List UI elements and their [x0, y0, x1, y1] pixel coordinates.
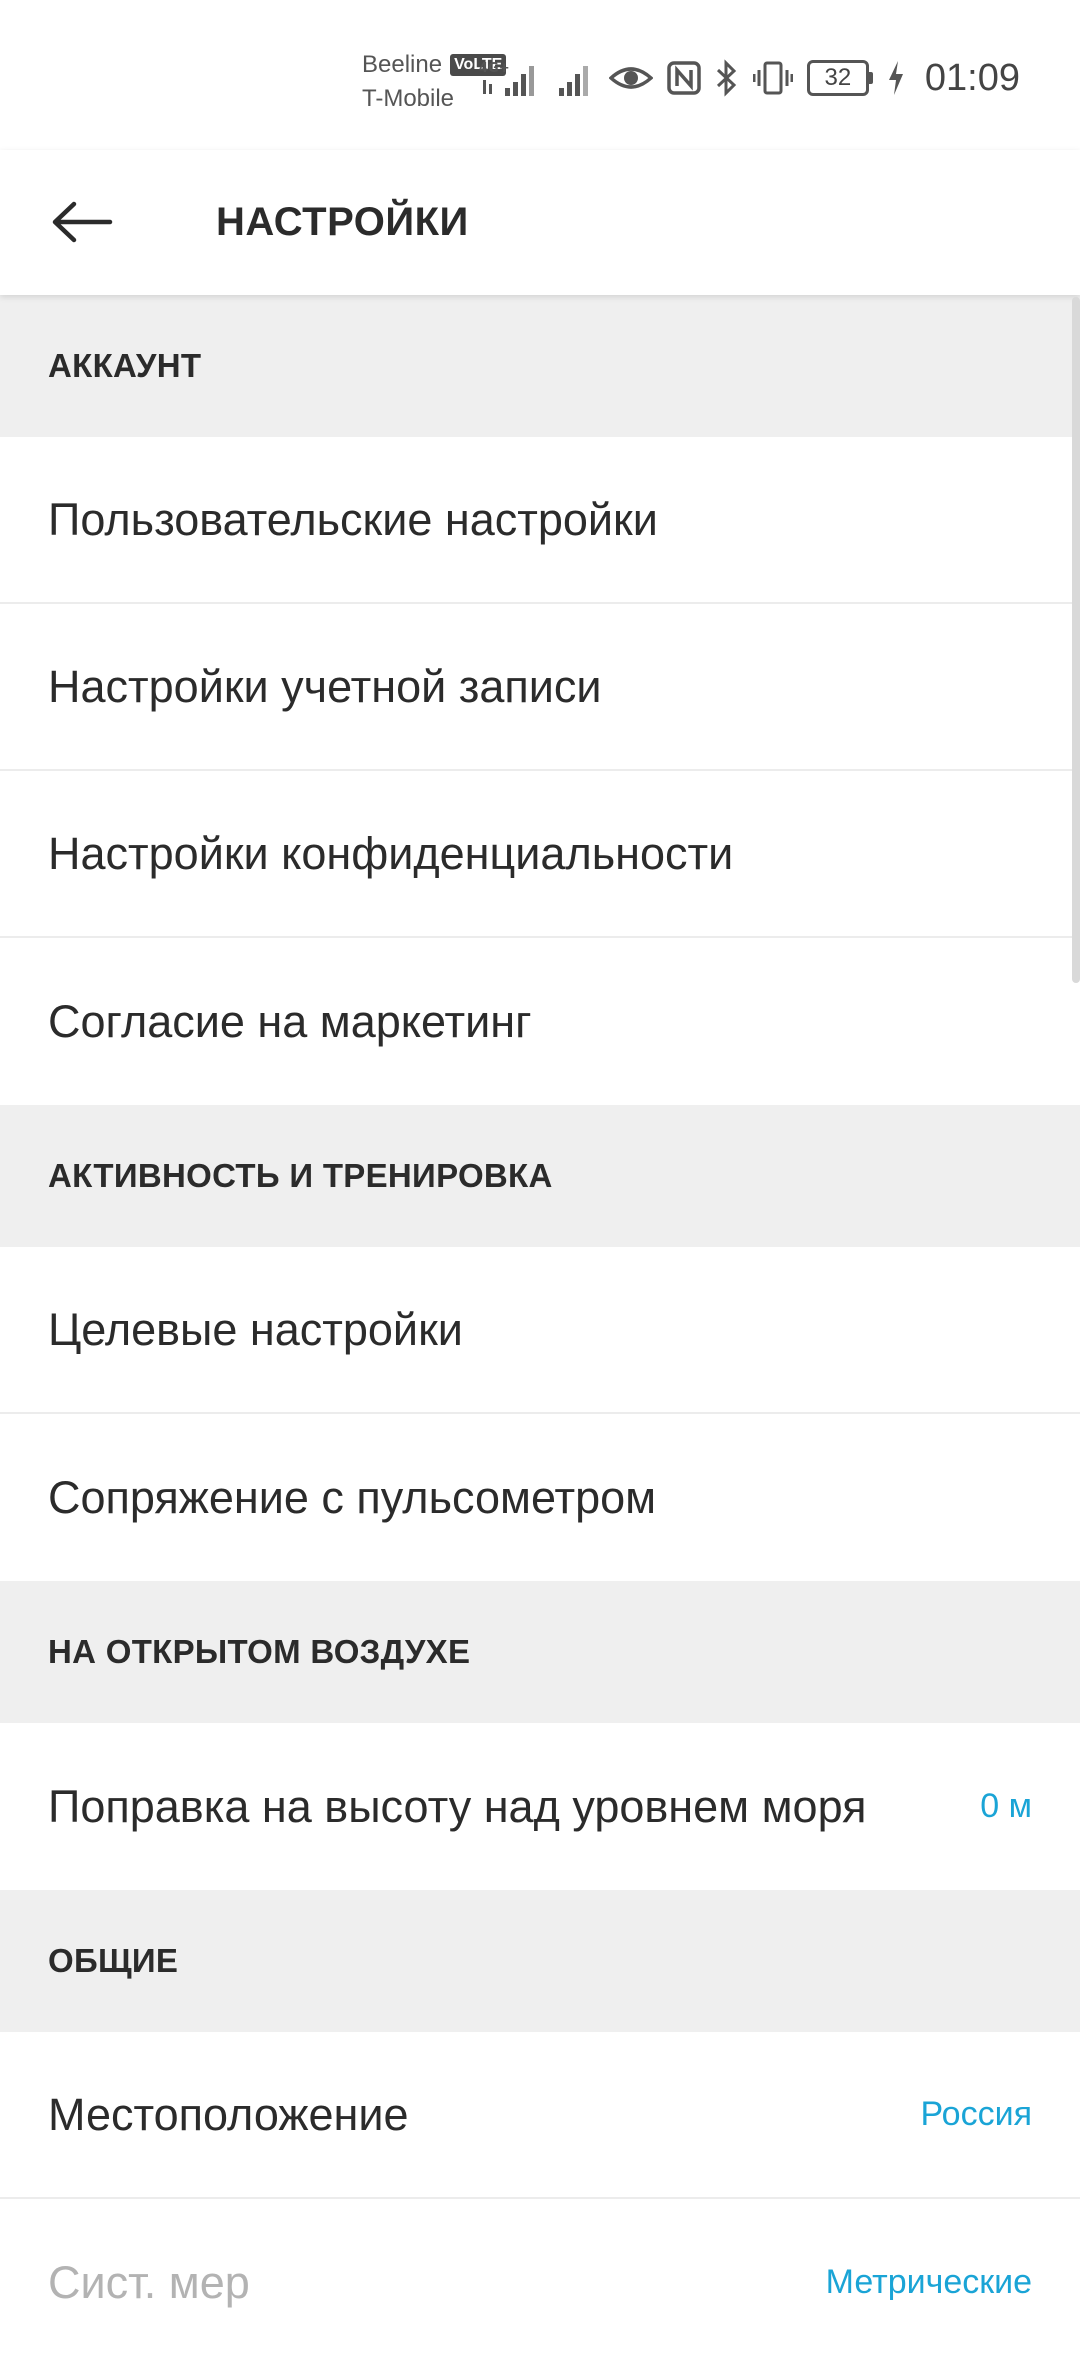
settings-item-label: Сист. мер [48, 2256, 250, 2308]
nfc-icon [667, 58, 701, 98]
signal-4g-icon: 4G+ [479, 58, 541, 98]
back-button[interactable] [40, 180, 124, 264]
settings-item-label: Поправка на высоту над уровнем моря [48, 1780, 867, 1832]
status-icons: 4G+ 32 01:09 [479, 56, 1020, 100]
settings-item-label: Сопряжение с пульсометром [48, 1471, 657, 1523]
settings-item-marketing-consent[interactable]: Согласие на маркетинг [0, 938, 1080, 1105]
network-type-label: 4G+ [479, 61, 510, 76]
status-time: 01:09 [924, 56, 1020, 99]
settings-item-location[interactable]: Местоположение Россия [0, 2032, 1080, 2199]
settings-list: АККАУНТ Пользовательские настройки Настр… [0, 295, 1080, 2366]
settings-item-hr-pairing[interactable]: Сопряжение с пульсометром [0, 1414, 1080, 1581]
settings-item-label: Пользовательские настройки [48, 493, 658, 545]
settings-item-label: Настройки конфиденциальности [48, 827, 734, 879]
settings-item-label: Целевые настройки [48, 1303, 463, 1355]
battery-level: 32 [806, 60, 869, 96]
settings-item-user-settings[interactable]: Пользовательские настройки [0, 437, 1080, 604]
settings-item-value: Метрические [825, 2263, 1032, 2301]
section-header-general: ОБЩИЕ [0, 1890, 1080, 2032]
app-bar: НАСТРОЙКИ [0, 150, 1080, 295]
charging-icon [887, 58, 905, 98]
settings-item-account-settings[interactable]: Настройки учетной записи [0, 604, 1080, 771]
settings-item-label: Местоположение [48, 2088, 409, 2140]
section-header-activity: АКТИВНОСТЬ И ТРЕНИРОВКА [0, 1105, 1080, 1247]
battery-icon: 32 [806, 60, 873, 96]
status-bar: Beeline VoLTE T-Mobile 4G+ 32 01:09 [0, 0, 1080, 150]
settings-item-privacy-settings[interactable]: Настройки конфиденциальности [0, 771, 1080, 938]
settings-item-altitude-offset[interactable]: Поправка на высоту над уровнем моря 0 м [0, 1723, 1080, 1890]
section-header-outdoors: НА ОТКРЫТОМ ВОЗДУХЕ [0, 1581, 1080, 1723]
eye-comfort-icon [608, 58, 653, 98]
scrollbar[interactable] [1072, 297, 1080, 983]
settings-item-goal-settings[interactable]: Целевые настройки [0, 1247, 1080, 1414]
page-title: НАСТРОЙКИ [216, 200, 469, 244]
signal-icon [555, 58, 595, 98]
settings-item-units[interactable]: Сист. мер Метрические [0, 2199, 1080, 2366]
settings-item-label: Согласие на маркетинг [48, 995, 532, 1047]
section-header-account: АККАУНТ [0, 295, 1080, 437]
carrier-1-label: Beeline [362, 51, 443, 78]
carrier-2-label: T-Mobile [362, 85, 455, 112]
bluetooth-icon [715, 58, 739, 98]
back-arrow-icon [52, 201, 113, 243]
settings-item-value: 0 м [980, 1787, 1032, 1825]
vibrate-icon [752, 58, 793, 98]
settings-item-value: Россия [920, 2095, 1033, 2133]
settings-item-label: Настройки учетной записи [48, 660, 602, 712]
